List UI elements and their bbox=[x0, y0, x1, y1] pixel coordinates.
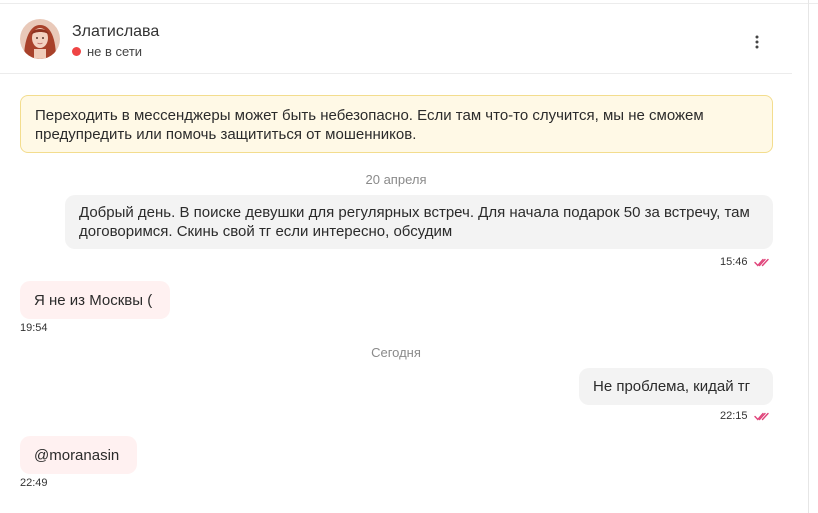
message-bubble-outgoing[interactable]: Добрый день. В поиске девушки для регуля… bbox=[65, 195, 773, 249]
online-status: не в сети bbox=[72, 44, 142, 59]
chat-header: Златислава не в сети bbox=[0, 4, 792, 74]
avatar[interactable] bbox=[20, 19, 60, 59]
message-time: 22:49 bbox=[20, 477, 48, 489]
avatar-image bbox=[20, 19, 60, 59]
double-check-icon bbox=[753, 412, 769, 421]
date-separator: 20 апреля bbox=[365, 172, 427, 187]
offline-dot-icon bbox=[72, 47, 81, 56]
message-meta: 19:54 bbox=[20, 322, 48, 334]
message-bubble-incoming[interactable]: Я не из Москвы ( bbox=[20, 281, 170, 319]
message-time: 19:54 bbox=[20, 322, 48, 334]
message-time: 22:15 bbox=[720, 410, 748, 422]
message-meta: 15:46 bbox=[720, 256, 769, 268]
contact-name[interactable]: Златислава bbox=[72, 23, 159, 41]
message-bubble-outgoing[interactable]: Не проблема, кидай тг bbox=[579, 368, 773, 405]
message-meta: 22:49 bbox=[20, 477, 48, 489]
message-bubble-incoming[interactable]: @moranasin bbox=[20, 436, 137, 474]
message-time: 15:46 bbox=[720, 256, 748, 268]
double-check-icon bbox=[753, 258, 769, 267]
safety-warning-banner: Переходить в мессенджеры может быть небе… bbox=[20, 95, 773, 153]
more-options-button[interactable] bbox=[745, 30, 769, 54]
message-meta: 22:15 bbox=[720, 410, 769, 422]
date-separator: Сегодня bbox=[371, 345, 421, 360]
status-label: не в сети bbox=[87, 44, 143, 59]
vertical-dots-icon bbox=[755, 35, 759, 49]
scrollbar-track[interactable] bbox=[808, 0, 809, 513]
